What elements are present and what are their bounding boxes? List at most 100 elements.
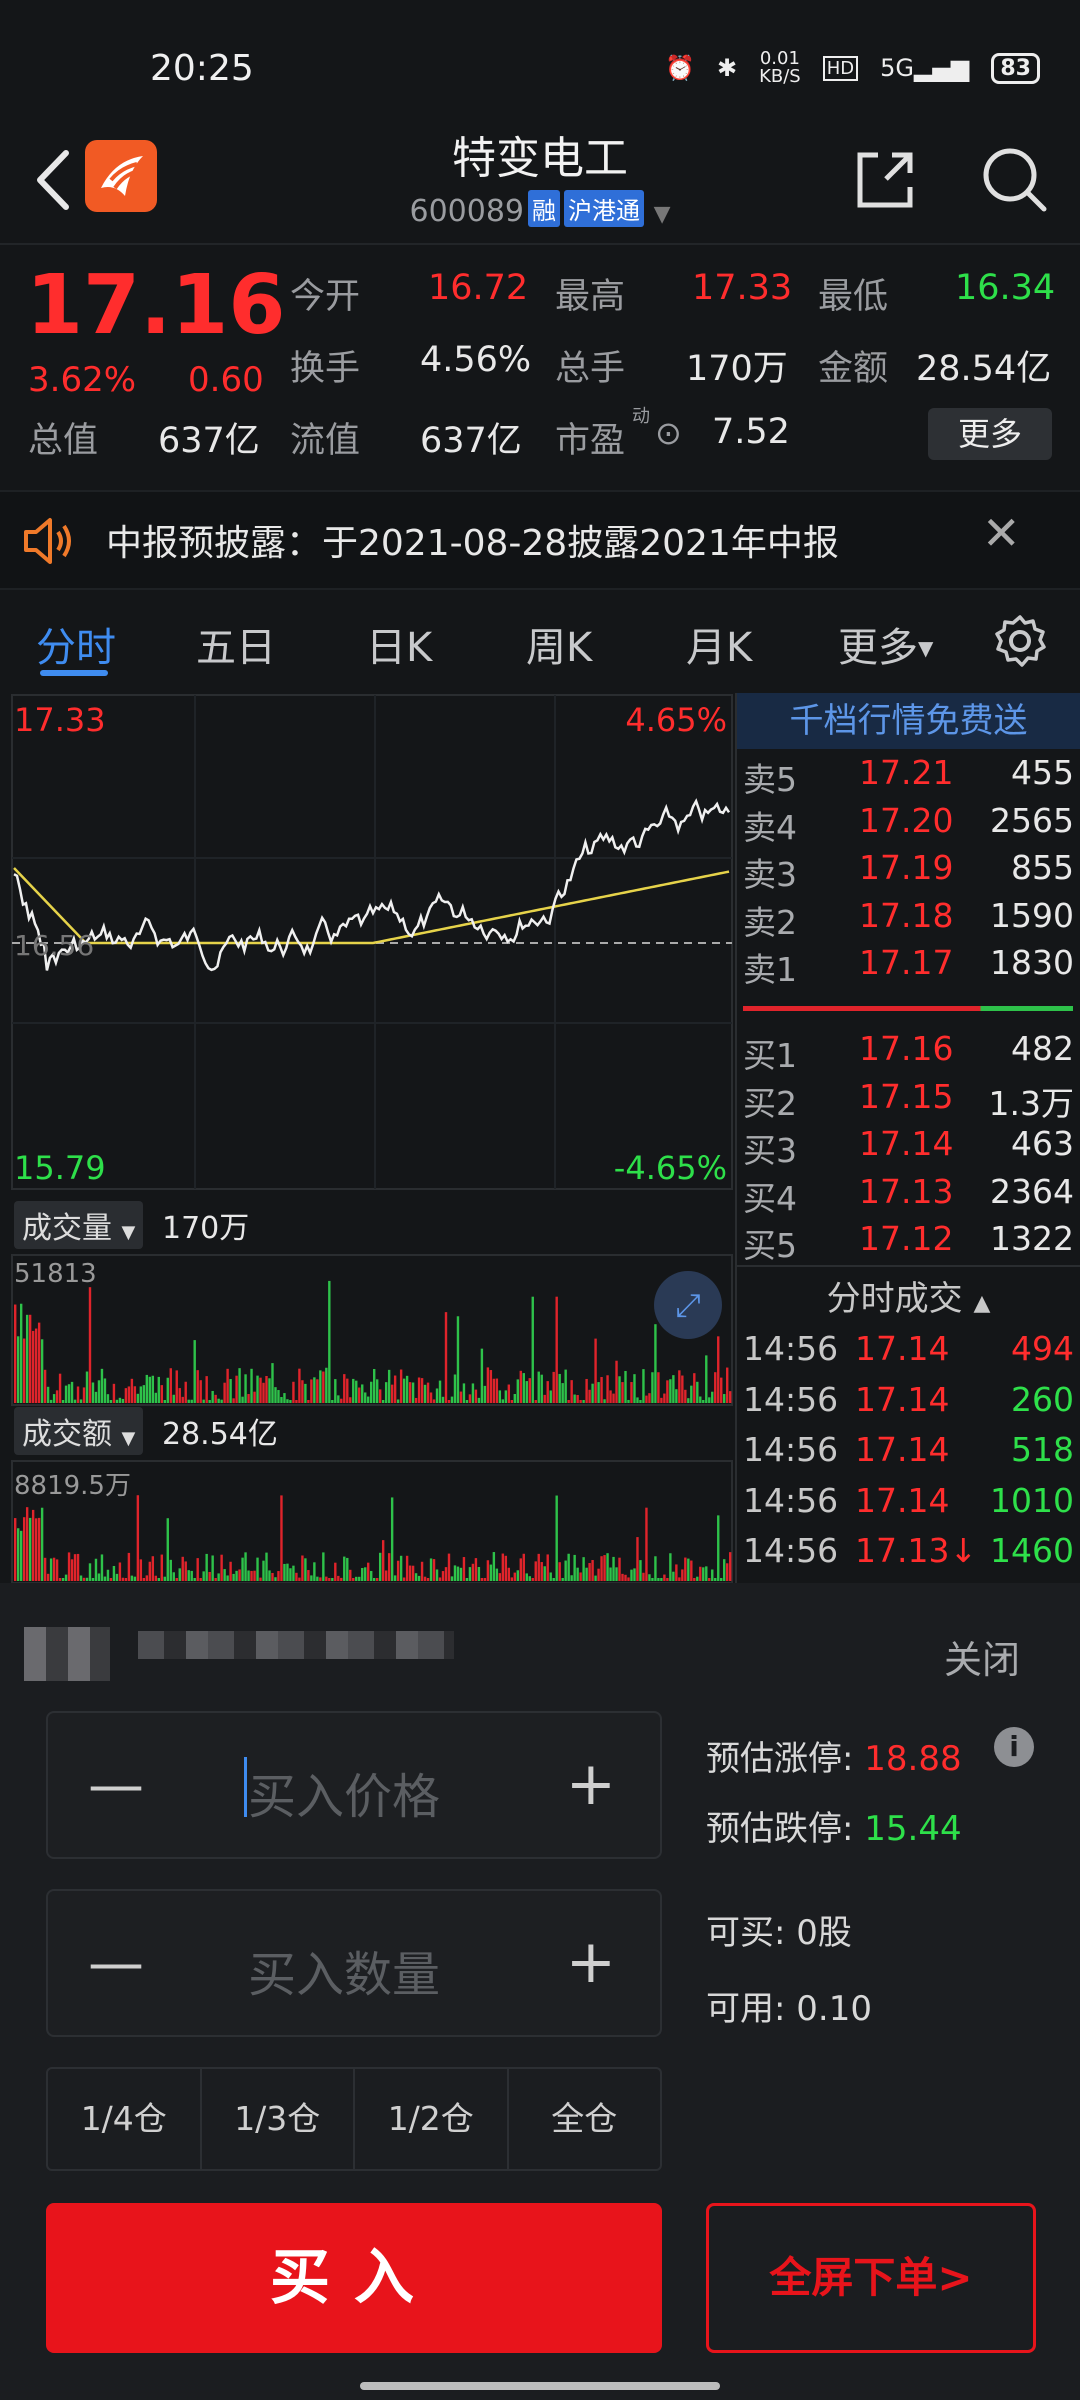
bid-price: 17.13 xyxy=(859,1171,954,1211)
position-full-button[interactable]: 全仓 xyxy=(509,2069,661,2169)
tab-five-day[interactable]: 五日 xyxy=(196,615,276,673)
bar xyxy=(49,1558,53,1581)
expand-icon[interactable]: ⤢ xyxy=(654,1271,722,1339)
bar xyxy=(295,1572,298,1581)
price-input[interactable]: — 买入价格 + xyxy=(46,1711,662,1859)
bar xyxy=(112,1383,116,1403)
bar xyxy=(489,1564,493,1581)
bar xyxy=(612,1393,615,1403)
tick-time: 14:56 xyxy=(743,1480,839,1520)
bar xyxy=(447,1553,451,1581)
bar xyxy=(310,1379,313,1403)
bar xyxy=(414,1573,418,1581)
bar xyxy=(582,1400,585,1403)
bar xyxy=(364,1567,367,1581)
bar xyxy=(31,1330,35,1403)
position-third-button[interactable]: 1/3仓 xyxy=(202,2069,355,2169)
available-value: 0.10 xyxy=(796,1989,872,2029)
quantity-decrease-button[interactable]: — xyxy=(88,1931,144,1996)
bar xyxy=(375,1578,379,1581)
ask-row[interactable]: 卖4 17.20 2565 xyxy=(737,801,1080,849)
bar xyxy=(435,1569,439,1581)
bar xyxy=(723,1394,726,1403)
ask-row[interactable]: 卖3 17.19 855 xyxy=(737,848,1080,896)
close-icon[interactable]: ✕ xyxy=(982,506,1021,560)
bar xyxy=(453,1374,457,1403)
bar xyxy=(396,1560,400,1581)
quantity-input[interactable]: — 买入数量 + xyxy=(46,1889,662,2037)
bar xyxy=(420,1561,424,1581)
bar xyxy=(160,1554,163,1581)
bar xyxy=(145,1575,149,1581)
ask-row[interactable]: 卖1 17.17 1830 xyxy=(737,943,1080,991)
bar xyxy=(220,1554,223,1581)
volume-selector[interactable]: 成交量 ▼ xyxy=(14,1201,144,1249)
bid-row[interactable]: 买5 17.12 1322 xyxy=(737,1219,1080,1267)
buy-button[interactable]: 买入 xyxy=(46,2203,662,2353)
tab-intraday[interactable]: 分时 xyxy=(36,615,116,673)
tab-monthly-k[interactable]: 月K xyxy=(686,615,752,673)
search-icon[interactable] xyxy=(980,145,1050,215)
bar xyxy=(193,1578,196,1581)
bar xyxy=(352,1378,355,1403)
ask-price: 17.21 xyxy=(859,753,954,792)
ask-row[interactable]: 卖2 17.18 1590 xyxy=(737,896,1080,944)
bar xyxy=(247,1570,250,1581)
more-button[interactable]: 更多 xyxy=(928,408,1052,460)
tab-daily-k[interactable]: 日K xyxy=(366,615,432,673)
bar xyxy=(402,1378,406,1403)
tab-more[interactable]: 更多▼ xyxy=(838,615,933,673)
limit-up-label: 预估涨停: xyxy=(706,1739,854,1779)
position-quarter-button[interactable]: 1/4仓 xyxy=(48,2069,202,2169)
bar xyxy=(73,1399,77,1403)
bar xyxy=(142,1578,146,1581)
price-increase-button[interactable]: + xyxy=(566,1749,616,1819)
bid-volume: 1322 xyxy=(990,1219,1074,1258)
quantity-increase-button[interactable]: + xyxy=(566,1927,616,1997)
share-icon[interactable] xyxy=(850,145,920,215)
bid-row[interactable]: 买1 17.16 482 xyxy=(737,1029,1080,1077)
bar xyxy=(492,1552,496,1581)
ask-row[interactable]: 卖5 17.21 455 xyxy=(737,753,1080,801)
bar xyxy=(133,1386,137,1403)
bar xyxy=(438,1577,442,1581)
amount-selector[interactable]: 成交额 ▼ xyxy=(14,1407,144,1455)
home-indicator[interactable] xyxy=(360,2382,720,2390)
bar xyxy=(696,1576,699,1581)
bar xyxy=(307,1570,310,1581)
bid-row[interactable]: 买4 17.13 2364 xyxy=(737,1172,1080,1220)
bar xyxy=(172,1572,175,1581)
bar xyxy=(103,1576,107,1581)
bar xyxy=(148,1376,152,1403)
order-book-banner[interactable]: 千档行情免费送 xyxy=(737,693,1080,749)
change-percent: 3.62% xyxy=(28,360,137,400)
bar xyxy=(325,1576,328,1581)
notice-bar[interactable]: 中报预披露：于2021-08-28披露2021年中报 ✕ xyxy=(0,490,1080,590)
bar xyxy=(256,1557,259,1581)
tab-weekly-k[interactable]: 周K xyxy=(526,615,592,673)
price-decrease-button[interactable]: — xyxy=(88,1753,144,1818)
bar xyxy=(97,1380,101,1403)
intraday-chart[interactable]: 17.33 4.65% 16.56 15.79 -4.65% 成交量 ▼ 170… xyxy=(10,693,735,1584)
tick-trades-header[interactable]: 分时成交 ▲ xyxy=(737,1271,1080,1320)
bar xyxy=(295,1400,298,1403)
bar xyxy=(516,1379,519,1403)
bid-row[interactable]: 买2 17.15 1.3万 xyxy=(737,1077,1080,1125)
settings-gear-icon[interactable] xyxy=(992,613,1048,669)
bid-row[interactable]: 买3 17.14 463 xyxy=(737,1124,1080,1172)
tick-price: 17.14 xyxy=(855,1329,950,1368)
close-button[interactable]: 关闭 xyxy=(944,1629,1020,1684)
bar xyxy=(594,1575,597,1581)
fullscreen-order-button[interactable]: 全屏下单> xyxy=(706,2203,1036,2353)
bar xyxy=(184,1561,187,1581)
bar xyxy=(528,1378,531,1403)
pe-more-icon[interactable]: ⊙ xyxy=(655,414,682,452)
bar xyxy=(178,1568,181,1581)
bar xyxy=(600,1556,603,1581)
info-icon[interactable]: i xyxy=(994,1727,1034,1767)
position-half-button[interactable]: 1/2仓 xyxy=(355,2069,509,2169)
divider xyxy=(0,243,1080,245)
bar xyxy=(432,1399,436,1403)
bar xyxy=(340,1577,343,1581)
dropdown-icon[interactable]: ▼ xyxy=(654,202,671,227)
